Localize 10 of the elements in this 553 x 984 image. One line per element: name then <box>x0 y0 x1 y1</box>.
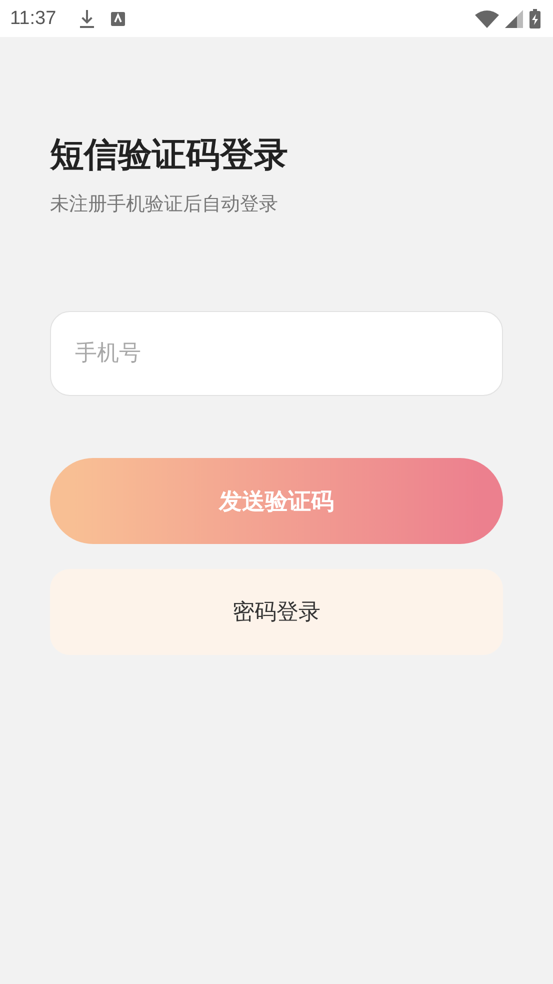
page-title: 短信验证码登录 <box>50 134 289 177</box>
phone-input-field[interactable]: 手机号 <box>50 311 503 396</box>
password-login-button[interactable]: 密码登录 <box>50 569 503 655</box>
battery-icon <box>529 8 541 28</box>
wifi-icon <box>475 10 499 28</box>
download-icon <box>78 8 96 28</box>
page-subtitle: 未注册手机验证后自动登录 <box>50 192 279 217</box>
signal-icon <box>505 10 523 28</box>
notification-icon <box>110 10 126 26</box>
status-time: 11:37 <box>10 8 56 30</box>
